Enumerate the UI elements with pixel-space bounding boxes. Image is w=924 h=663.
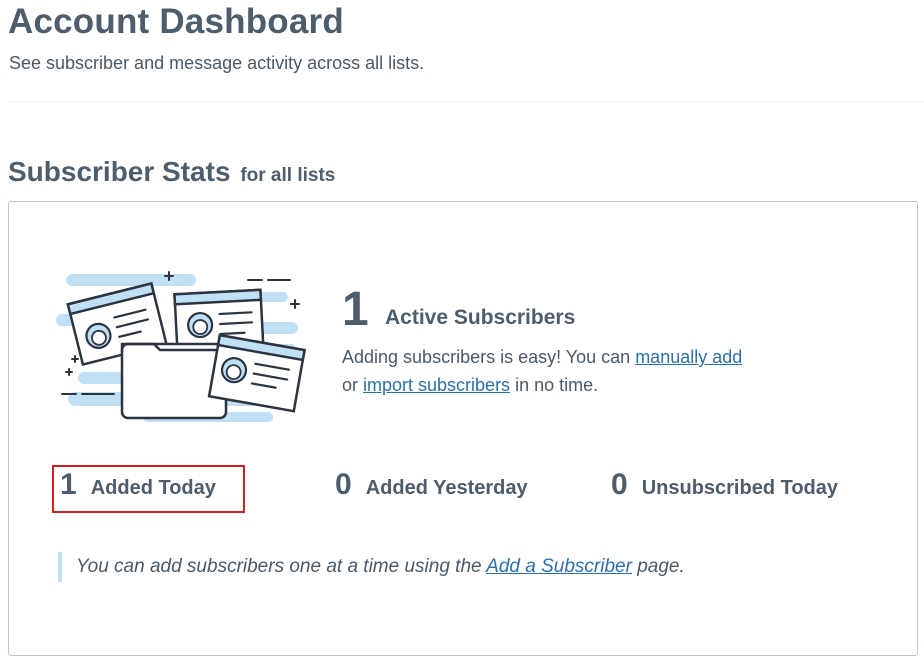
desc-suffix: in no time.: [510, 375, 599, 395]
section-title-suffix: for all lists: [240, 165, 336, 186]
section-title: Subscriber Stats for all lists: [8, 156, 335, 188]
stat-added-yesterday-value: 0: [335, 468, 352, 501]
active-subscribers-description: Adding subscribers is easy! You can manu…: [342, 343, 762, 399]
add-subscriber-tip: You can add subscribers one at a time us…: [58, 552, 685, 582]
stat-added-yesterday-label: Added Yesterday: [365, 477, 528, 499]
stat-added-yesterday: 0 Added Yesterday: [335, 468, 528, 508]
highlight-box: [52, 465, 245, 513]
page-title: Account Dashboard: [8, 2, 344, 41]
tip-prefix: You can add subscribers one at a time us…: [76, 556, 487, 577]
desc-mid: or: [342, 375, 364, 395]
subscriber-cards-illustration: [56, 271, 306, 422]
manually-add-link[interactable]: manually add: [635, 347, 742, 367]
header-divider: [8, 101, 924, 102]
section-title-text: Subscriber Stats: [8, 156, 231, 187]
active-subscribers-count: 1: [342, 283, 369, 336]
active-subscribers-label: Active Subscribers: [385, 306, 576, 329]
import-subscribers-link[interactable]: import subscribers: [363, 375, 510, 395]
page-subtitle: See subscriber and message activity acro…: [9, 53, 425, 73]
stat-unsubscribed-today-value: 0: [611, 468, 628, 501]
desc-prefix: Adding subscribers is easy! You can: [342, 347, 636, 367]
add-a-subscriber-link[interactable]: Add a Subscriber: [486, 556, 632, 577]
stat-unsubscribed-today-label: Unsubscribed Today: [641, 477, 839, 499]
stat-unsubscribed-today: 0 Unsubscribed Today: [611, 468, 838, 508]
tip-suffix: page.: [631, 556, 685, 577]
